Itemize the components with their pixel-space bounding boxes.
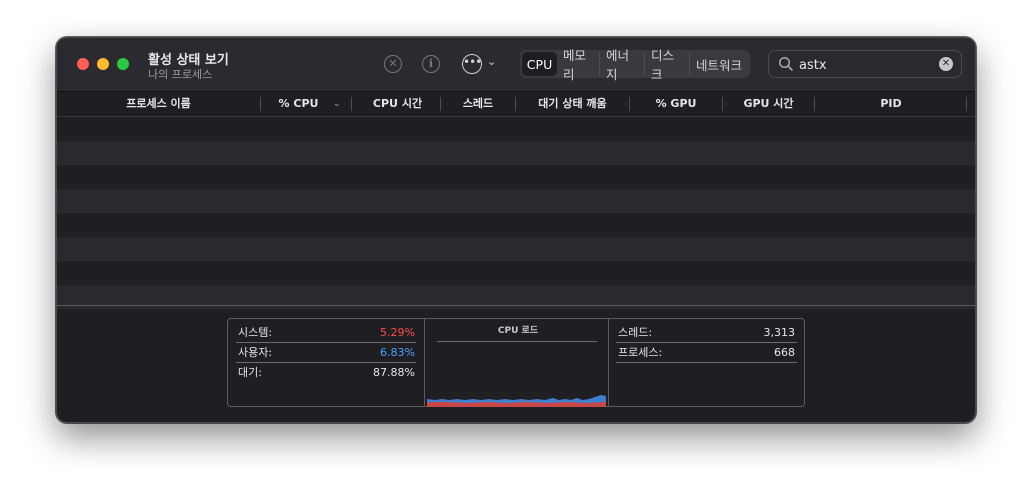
zoom-window-button[interactable] — [117, 58, 129, 70]
table-row[interactable] — [57, 117, 975, 141]
table-row[interactable] — [57, 261, 975, 285]
pane-separator — [424, 319, 425, 406]
stop-process-icon[interactable]: ✕ — [384, 55, 402, 73]
threads-label: 스레드: — [618, 326, 653, 339]
close-window-button[interactable] — [77, 58, 89, 70]
system-load-area — [427, 402, 606, 407]
column-threads[interactable]: 스레드 — [441, 92, 515, 116]
cpu-load-graph — [427, 395, 606, 407]
column-cpu-percent[interactable]: % CPU — [261, 92, 336, 116]
column-cpu-time[interactable]: CPU 시간 — [352, 92, 443, 116]
column-pid[interactable]: PID — [815, 92, 967, 116]
column-process-name[interactable]: 프로세스 이름 — [57, 92, 260, 116]
tab-memory[interactable]: 메모리 — [557, 48, 600, 82]
tab-disk[interactable]: 디스크 — [645, 48, 690, 82]
tab-cpu[interactable]: CPU — [522, 52, 557, 76]
table-row[interactable] — [57, 237, 975, 261]
tab-energy[interactable]: 에너지 — [600, 48, 645, 82]
info-icon[interactable]: i — [422, 55, 440, 73]
process-table[interactable] — [57, 117, 975, 309]
stat-divider — [616, 362, 797, 363]
processes-label: 프로세스: — [618, 346, 663, 359]
column-idle-wakeups[interactable]: 대기 상태 깨움 — [516, 92, 629, 116]
column-header-row: 프로세스 이름 % CPU ⌄ CPU 시간 스레드 대기 상태 깨움 % GP… — [57, 92, 975, 117]
idle-value: 87.88% — [373, 366, 415, 379]
minimize-window-button[interactable] — [97, 58, 109, 70]
sort-descending-icon[interactable]: ⌄ — [333, 92, 341, 116]
split-divider[interactable] — [57, 305, 975, 306]
column-separator[interactable] — [966, 97, 967, 111]
cpu-summary-panel: 시스템: 5.29% 사용자: 6.83% 대기: 87.88% CPU 로드 … — [227, 318, 805, 407]
system-label: 시스템: — [238, 326, 273, 339]
column-gpu-time[interactable]: GPU 시간 — [723, 92, 814, 116]
chevron-down-icon[interactable]: ⌄ — [487, 55, 496, 68]
column-gpu-percent[interactable]: % GPU — [630, 92, 722, 116]
stat-divider — [236, 362, 416, 363]
user-label: 사용자: — [238, 346, 273, 359]
ellipsis-circle-icon[interactable]: ••• — [462, 54, 482, 74]
user-value: 6.83% — [380, 346, 415, 359]
window-subtitle[interactable]: 나의 프로세스 — [148, 66, 212, 82]
activity-monitor-window: 활성 상태 보기 나의 프로세스 ✕ i ••• ⌄ CPU 메모리 에너지 디… — [56, 37, 976, 423]
search-icon — [778, 56, 793, 71]
view-tabs: CPU 메모리 에너지 디스크 네트워크 — [520, 48, 750, 82]
idle-label: 대기: — [238, 366, 262, 379]
processes-value: 668 — [774, 346, 795, 359]
search-field[interactable]: ✕ — [768, 50, 962, 78]
clear-search-icon[interactable]: ✕ — [939, 57, 953, 71]
stat-divider — [616, 342, 797, 343]
toolbar: 활성 상태 보기 나의 프로세스 ✕ i ••• ⌄ CPU 메모리 에너지 디… — [57, 38, 975, 92]
table-row[interactable] — [57, 213, 975, 237]
table-row[interactable] — [57, 165, 975, 189]
threads-value: 3,313 — [763, 326, 796, 339]
pane-separator — [608, 319, 609, 406]
cpu-load-divider — [437, 341, 597, 342]
table-row[interactable] — [57, 189, 975, 213]
stat-divider — [236, 342, 416, 343]
tab-network[interactable]: 네트워크 — [690, 52, 748, 76]
cpu-load-title: CPU 로드 — [497, 326, 539, 336]
system-value: 5.29% — [380, 326, 415, 339]
table-row[interactable] — [57, 141, 975, 165]
search-input[interactable] — [799, 56, 929, 74]
